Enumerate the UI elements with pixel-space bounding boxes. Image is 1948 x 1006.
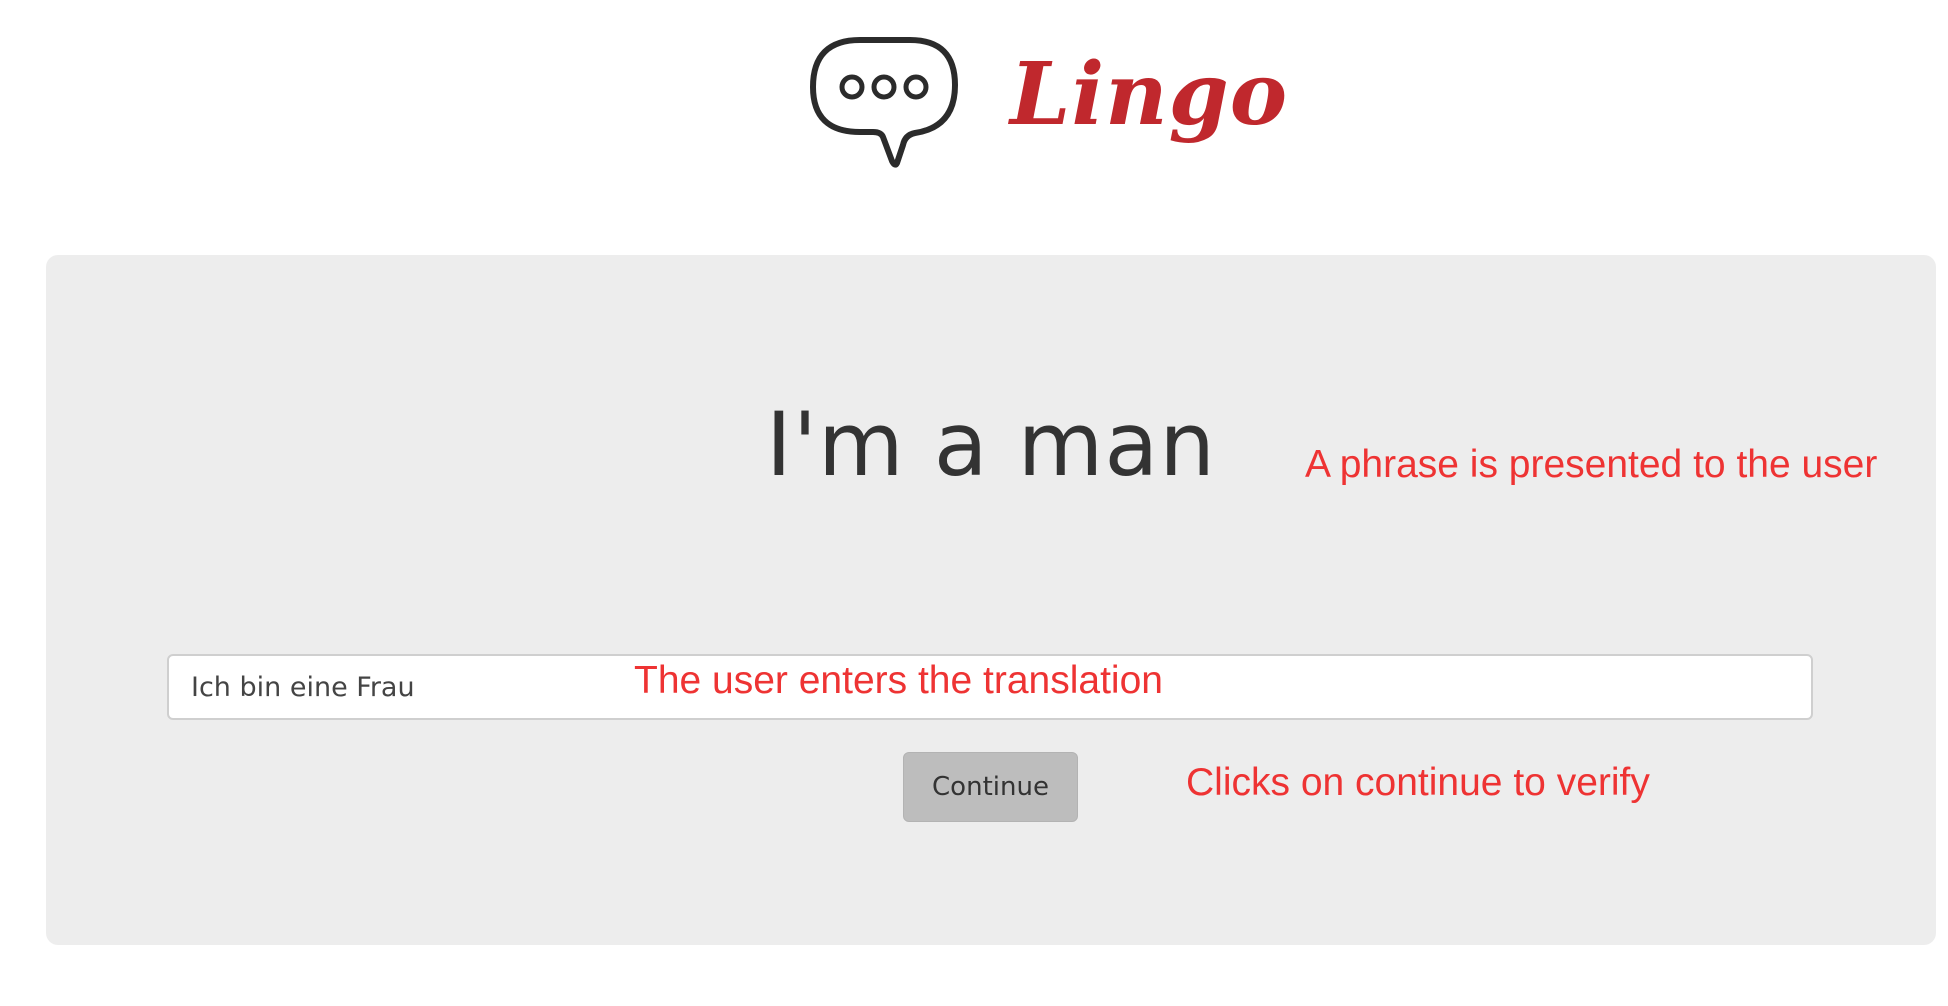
app-logo-text: Lingo	[1010, 44, 1289, 145]
annotation-button: Clicks on continue to verify	[1186, 761, 1650, 804]
annotation-input: The user enters the translation	[634, 659, 1163, 702]
annotation-phrase: A phrase is presented to the user	[1305, 443, 1878, 486]
speech-bubble-icon	[810, 37, 958, 168]
app-header: Lingo	[0, 0, 1948, 200]
continue-button[interactable]: Continue	[903, 752, 1078, 822]
exercise-card: I'm a man A phrase is presented to the u…	[46, 255, 1936, 945]
